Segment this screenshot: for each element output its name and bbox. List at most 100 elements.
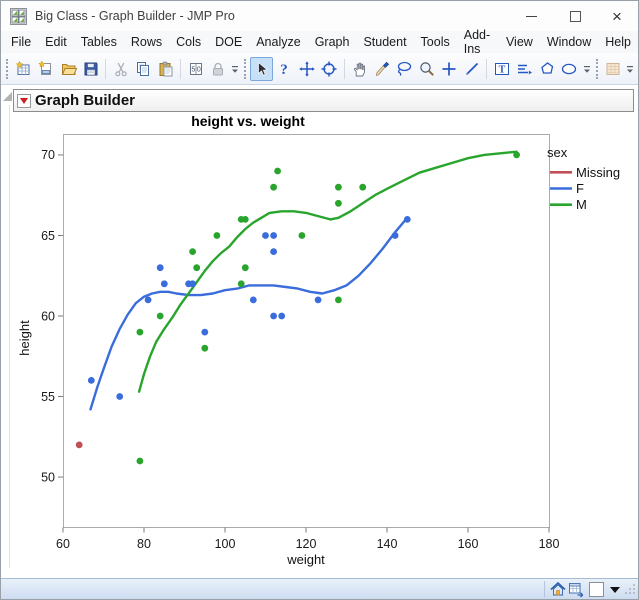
point-F[interactable] xyxy=(314,296,322,304)
menu-student[interactable]: Student xyxy=(356,33,413,51)
x-tick-label[interactable]: 120 xyxy=(296,537,317,551)
menu-graph[interactable]: Graph xyxy=(308,33,357,51)
point-F[interactable] xyxy=(403,216,411,223)
polygon-tool-icon[interactable] xyxy=(536,57,559,81)
point-M[interactable] xyxy=(270,183,277,191)
point-M[interactable] xyxy=(335,183,342,191)
menu-tools[interactable]: Tools xyxy=(414,33,457,51)
toolbar-overflow-icon[interactable] xyxy=(624,57,636,81)
point-F[interactable] xyxy=(189,280,197,288)
maximize-button[interactable] xyxy=(560,2,590,30)
point-F[interactable] xyxy=(278,312,286,320)
menu-analyze[interactable]: Analyze xyxy=(249,33,307,51)
point-M[interactable] xyxy=(189,248,197,256)
point-F[interactable] xyxy=(160,280,168,288)
point-M[interactable] xyxy=(136,457,144,465)
point-M[interactable] xyxy=(335,296,342,304)
menu-tables[interactable]: Tables xyxy=(74,33,124,51)
menu-help[interactable]: Help xyxy=(598,33,638,51)
x-tick-label[interactable]: 60 xyxy=(56,537,70,551)
toolbar-grip[interactable] xyxy=(6,58,8,79)
lasso-tool-icon[interactable] xyxy=(393,57,416,81)
point-M[interactable] xyxy=(136,328,144,336)
color-swatch[interactable] xyxy=(589,581,604,597)
menu-view[interactable]: View xyxy=(499,33,540,51)
point-F[interactable] xyxy=(391,232,399,239)
menu-edit[interactable]: Edit xyxy=(38,33,74,51)
hand-tool-icon[interactable] xyxy=(348,57,371,81)
point-M[interactable] xyxy=(274,167,281,175)
copy-icon[interactable] xyxy=(132,57,155,81)
point-F[interactable] xyxy=(270,248,277,256)
home-icon[interactable] xyxy=(549,580,567,598)
point-F[interactable] xyxy=(270,312,277,320)
table-disabled-icon[interactable] xyxy=(602,57,625,81)
minimize-button[interactable] xyxy=(516,2,546,30)
toolbar-overflow-icon[interactable] xyxy=(581,57,593,81)
x-tick-label[interactable]: 140 xyxy=(377,537,398,551)
lock-icon[interactable] xyxy=(207,57,230,81)
menu-rows[interactable]: Rows xyxy=(124,33,169,51)
menu-file[interactable]: File xyxy=(4,33,38,51)
legend-label-F[interactable]: F xyxy=(576,181,584,196)
plot-frame[interactable] xyxy=(63,134,550,528)
save-icon[interactable] xyxy=(80,57,103,81)
y-tick-label[interactable]: 65 xyxy=(41,229,55,243)
x-tick-label[interactable]: 100 xyxy=(215,537,236,551)
point-M[interactable] xyxy=(201,344,209,352)
legend-label-Missing[interactable]: Missing xyxy=(576,165,620,180)
toolbar-overflow-icon[interactable] xyxy=(229,57,241,81)
crosshair-tool-icon[interactable] xyxy=(438,57,461,81)
text-tool-icon[interactable]: T xyxy=(490,57,513,81)
y-tick-label[interactable]: 70 xyxy=(41,148,55,162)
paste-icon[interactable] xyxy=(155,57,178,81)
point-F[interactable] xyxy=(262,232,269,239)
y-tick-label[interactable]: 60 xyxy=(41,309,55,323)
point-F[interactable] xyxy=(156,264,164,272)
close-button[interactable]: × xyxy=(602,2,632,30)
point-M[interactable] xyxy=(513,151,520,159)
table-window-icon[interactable] xyxy=(567,580,585,598)
move-tool-icon[interactable] xyxy=(295,57,318,81)
point-F[interactable] xyxy=(144,296,152,304)
help-tool-icon[interactable]: ? xyxy=(273,57,296,81)
x-tick-label[interactable]: 80 xyxy=(137,537,151,551)
point-M[interactable] xyxy=(213,232,221,239)
point-M[interactable] xyxy=(241,216,249,223)
brush-tool-icon[interactable] xyxy=(318,57,341,81)
point-M[interactable] xyxy=(156,312,164,320)
point-F[interactable] xyxy=(116,393,124,400)
window-settings-icon[interactable]: 50 xyxy=(184,57,207,81)
lines-tool-icon[interactable] xyxy=(513,57,536,81)
x-axis-label[interactable]: weight xyxy=(286,552,325,567)
x-tick-label[interactable]: 160 xyxy=(458,537,479,551)
toolbar-grip[interactable] xyxy=(595,58,598,79)
resize-grip-icon[interactable] xyxy=(623,582,636,599)
toolbar-grip[interactable] xyxy=(244,58,247,79)
new-window-icon[interactable] xyxy=(35,57,58,81)
y-tick-label[interactable]: 50 xyxy=(41,470,55,484)
y-tick-label[interactable]: 55 xyxy=(41,390,55,404)
new-data-table-icon[interactable] xyxy=(12,57,35,81)
cut-icon[interactable] xyxy=(109,57,132,81)
y-axis-label[interactable]: height xyxy=(17,320,32,356)
oval-tool-icon[interactable] xyxy=(558,57,581,81)
point-M[interactable] xyxy=(237,280,245,288)
menu-window[interactable]: Window xyxy=(540,33,598,51)
point-M[interactable] xyxy=(241,264,249,272)
point-M[interactable] xyxy=(335,199,342,207)
open-icon[interactable] xyxy=(57,57,80,81)
point-F[interactable] xyxy=(87,377,95,384)
zoom-tool-icon[interactable] xyxy=(415,57,438,81)
paint-tool-icon[interactable] xyxy=(370,57,393,81)
graph-canvas[interactable]: 60 80 100 120 140 160 1805055606570 MissingFM … xyxy=(1,85,639,578)
point-M[interactable] xyxy=(359,183,367,191)
menu-doe[interactable]: DOE xyxy=(208,33,249,51)
point-F[interactable] xyxy=(249,296,257,304)
legend-label-M[interactable]: M xyxy=(576,197,587,212)
x-tick-label[interactable]: 180 xyxy=(539,537,560,551)
dropdown-caret-icon[interactable] xyxy=(610,587,620,593)
point-M[interactable] xyxy=(193,264,201,272)
menu-cols[interactable]: Cols xyxy=(169,33,208,51)
point-F[interactable] xyxy=(201,328,209,336)
